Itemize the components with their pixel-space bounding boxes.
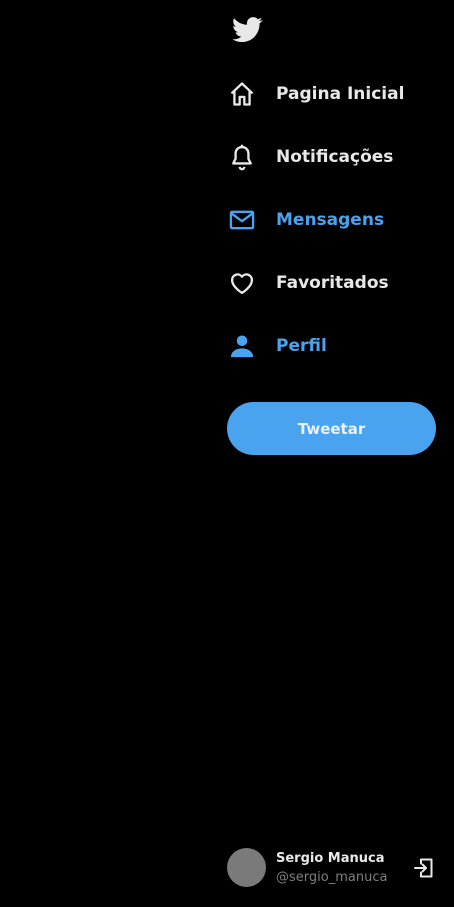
nav-item-notifications-label: Notificações bbox=[276, 147, 394, 167]
nav-item-favorites-label: Favoritados bbox=[276, 273, 389, 293]
heart-icon bbox=[228, 269, 256, 297]
nav-item-home[interactable]: Pagina Inicial bbox=[228, 74, 448, 114]
nav-item-messages-label: Mensagens bbox=[276, 210, 385, 230]
profile-name: Sergio Manuca bbox=[276, 851, 385, 866]
bell-icon bbox=[228, 143, 256, 171]
nav-item-favorites[interactable]: Favoritados bbox=[228, 263, 448, 303]
nav-item-profile[interactable]: Perfil bbox=[228, 326, 448, 366]
nav-item-profile-label: Perfil bbox=[276, 336, 327, 356]
tweet-button[interactable]: Tweetar bbox=[227, 402, 436, 455]
nav-item-home-label: Pagina Inicial bbox=[276, 84, 405, 104]
user-icon bbox=[228, 332, 256, 360]
logout-icon[interactable] bbox=[412, 856, 436, 880]
twitter-bird-icon[interactable] bbox=[229, 14, 265, 46]
mail-icon bbox=[228, 206, 256, 234]
profile-handle: @sergio_manuca bbox=[276, 870, 388, 885]
nav-item-notifications[interactable]: Notificações bbox=[228, 137, 448, 177]
account-switcher[interactable]: Sergio Manuca @sergio_manuca bbox=[227, 848, 447, 888]
home-icon bbox=[228, 80, 256, 108]
avatar[interactable] bbox=[227, 848, 266, 887]
nav-item-messages[interactable]: Mensagens bbox=[228, 200, 448, 240]
